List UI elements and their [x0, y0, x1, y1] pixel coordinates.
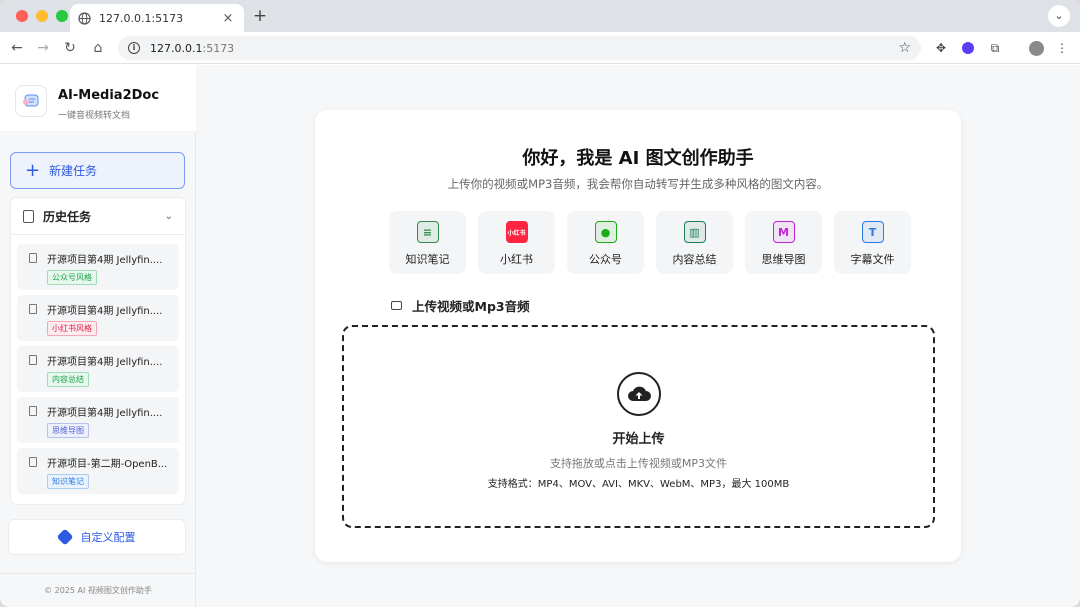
history-item[interactable]: 开源项目第4期 Jellyfin.... 公众号风格 [17, 244, 179, 290]
chevron-down-icon[interactable]: ⌄ [165, 211, 173, 222]
history-item[interactable]: 开源项目第4期 Jellyfin.... 思维导图 [17, 397, 179, 443]
notebook-icon: ≡ [416, 221, 439, 243]
history-item-tag: 思维导图 [47, 423, 89, 438]
welcome-card: 你好，我是 AI 图文创作助手 上传你的视频或MP3音频，我会帮你自动转写并生成… [315, 110, 961, 562]
style-option[interactable]: M 思维导图 [745, 211, 822, 274]
history-item-tag: 小红书风格 [47, 321, 97, 336]
home-icon[interactable]: ⌂ [88, 38, 108, 58]
history-item-tag: 内容总结 [47, 372, 89, 387]
document-icon [23, 209, 34, 223]
url-host: 127.0.0.1 [150, 41, 203, 55]
xiaohongshu-icon: 小红书 [505, 221, 528, 243]
browser-toolbar: ← → ↻ ⌂ i 127.0.0.1:5173 ☆ ✥ ⧉ ⋮ [0, 32, 1080, 64]
address-bar[interactable]: i 127.0.0.1:5173 ☆ [118, 36, 921, 60]
history-item-tag: 知识笔记 [47, 474, 89, 489]
hero-subtitle: 上传你的视频或MP3音频，我会帮你自动转写并生成多种风格的图文内容。 [447, 177, 829, 191]
video-icon [391, 301, 402, 310]
forward-arrow-icon[interactable]: → [33, 38, 53, 58]
gear-icon [56, 528, 73, 546]
file-icon [29, 406, 37, 416]
plus-icon: + [25, 159, 41, 181]
history-item-tag: 公众号风格 [47, 270, 97, 285]
sidebar: AI-Media2Doc 一键音视频转文档 + 新建任务 历史任务 ⌄ 开源项目… [0, 65, 196, 607]
style-option[interactable]: 小红书 小红书 [478, 211, 555, 274]
file-icon [29, 304, 37, 314]
app-title: AI-Media2Doc [58, 88, 160, 103]
history-item[interactable]: 开源项目第4期 Jellyfin.... 小红书风格 [17, 295, 179, 341]
new-tab-button[interactable]: + [250, 6, 270, 26]
history-item-title: 开源项目第4期 Jellyfin.... [47, 357, 163, 368]
mindmap-icon: M [772, 221, 795, 243]
close-tab-icon[interactable]: × [220, 11, 236, 26]
upload-heading-label: 上传视频或Mp3音频 [412, 299, 530, 314]
app-logo [15, 85, 47, 117]
style-option-label: 小红书 [500, 253, 533, 266]
subtitle-icon: T [861, 221, 884, 243]
extension-purple-icon[interactable] [959, 39, 977, 57]
file-icon [29, 355, 37, 365]
browser-window: 127.0.0.1:5173 × + ⌄ ← → ↻ ⌂ i 127.0.0.1… [0, 0, 1080, 607]
history-item-title: 开源项目第4期 Jellyfin.... [47, 306, 163, 317]
brand-header: AI-Media2Doc 一键音视频转文档 [0, 65, 196, 131]
new-task-label: 新建任务 [49, 164, 98, 178]
site-info-icon[interactable]: i [128, 42, 140, 54]
drop-hint: 支持拖放或点击上传视频或MP3文件 [549, 457, 728, 470]
new-task-button[interactable]: + 新建任务 [10, 152, 185, 189]
extension-icon[interactable]: ✥ [932, 39, 950, 57]
tab-search-button[interactable]: ⌄ [1048, 5, 1070, 27]
style-option-label: 知识笔记 [405, 253, 450, 266]
url-port: :5173 [202, 41, 235, 55]
globe-icon [78, 11, 91, 25]
style-option[interactable]: T 字幕文件 [834, 211, 911, 274]
minimize-window-button[interactable] [36, 10, 48, 22]
file-icon [29, 457, 37, 467]
file-icon [29, 253, 37, 263]
history-item[interactable]: 开源项目-第二期-OpenB... 知识笔记 [17, 448, 179, 494]
supported-formats: 支持格式：MP4、MOV、AVI、MKV、WebM、MP3，最大 100MB [487, 479, 790, 490]
close-window-button[interactable] [16, 10, 28, 22]
drop-title: 开始上传 [612, 432, 665, 447]
tab-bar: 127.0.0.1:5173 × + ⌄ [0, 0, 1080, 32]
wechat-icon: ● [594, 221, 617, 243]
back-arrow-icon[interactable]: ← [7, 38, 27, 58]
history-header[interactable]: 历史任务 ⌄ [11, 198, 185, 235]
hero-title: 你好，我是 AI 图文创作助手 [522, 148, 754, 169]
window-controls [16, 10, 68, 22]
style-option[interactable]: ● 公众号 [567, 211, 644, 274]
browser-tab[interactable]: 127.0.0.1:5173 × [70, 4, 244, 32]
history-item[interactable]: 开源项目第4期 Jellyfin.... 内容总结 [17, 346, 179, 392]
style-option-label: 思维导图 [761, 253, 806, 266]
history-title: 历史任务 [43, 209, 92, 224]
history-item-title: 开源项目第4期 Jellyfin.... [47, 408, 163, 419]
zoom-window-button[interactable] [56, 10, 68, 22]
custom-config-label: 自定义配置 [80, 531, 136, 544]
style-options: ≡ 知识笔记 小红书 小红书 ● 公众号 ▥ 内容总结 M 思维导图 T 字幕文件 [389, 211, 911, 274]
main-area: 你好，我是 AI 图文创作助手 上传你的视频或MP3音频，我会帮你自动转写并生成… [197, 65, 1080, 607]
custom-config-button[interactable]: 自定义配置 [8, 519, 186, 555]
browser-menu-icon[interactable]: ⋮ [1053, 39, 1071, 57]
history-item-title: 开源项目-第二期-OpenB... [47, 459, 168, 470]
summary-icon: ▥ [683, 221, 706, 243]
style-option[interactable]: ≡ 知识笔记 [389, 211, 466, 274]
style-option[interactable]: ▥ 内容总结 [656, 211, 733, 274]
profile-avatar[interactable] [1027, 39, 1045, 57]
app-subtitle: 一键音视频转文档 [58, 111, 131, 121]
style-option-label: 字幕文件 [850, 253, 895, 266]
history-item-title: 开源项目第4期 Jellyfin.... [47, 255, 163, 266]
copyright-text: © 2025 AI 视频图文创作助手 [0, 573, 196, 607]
reload-icon[interactable]: ↻ [60, 38, 80, 58]
style-option-label: 公众号 [589, 253, 622, 266]
upload-dropzone[interactable]: 开始上传 支持拖放或点击上传视频或MP3文件 支持格式：MP4、MOV、AVI、… [342, 325, 935, 528]
tab-title: 127.0.0.1:5173 [99, 11, 184, 25]
history-panel: 历史任务 ⌄ 开源项目第4期 Jellyfin.... 公众号风格 开源项目第4期 … [10, 197, 186, 505]
style-option-label: 内容总结 [672, 253, 717, 266]
bookmark-star-icon[interactable]: ☆ [898, 40, 911, 56]
app-root: AI-Media2Doc 一键音视频转文档 + 新建任务 历史任务 ⌄ 开源项目… [0, 65, 1080, 607]
cloud-upload-icon [617, 372, 661, 416]
url-text: 127.0.0.1:5173 [150, 42, 898, 55]
extensions-puzzle-icon[interactable]: ⧉ [986, 39, 1004, 57]
upload-heading: 上传视频或Mp3音频 [391, 296, 530, 315]
